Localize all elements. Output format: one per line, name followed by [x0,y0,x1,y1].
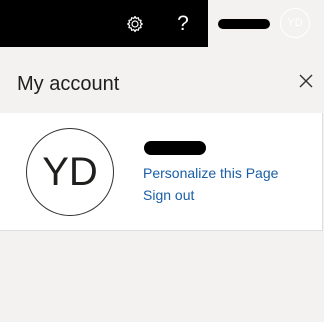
redacted-user-name [218,19,270,29]
panel-title: My account [17,73,120,95]
sign-out-link[interactable]: Sign out [143,187,194,203]
settings-button[interactable] [119,8,151,40]
avatar-small-initials: YD [287,17,303,29]
avatar-large: YD [26,128,114,216]
close-button[interactable] [293,68,319,94]
help-icon: ? [177,12,189,35]
close-icon [299,74,313,88]
personalize-page-link[interactable]: Personalize this Page [143,165,278,181]
account-menu-button[interactable]: YD [208,0,324,47]
account-card: YD Personalize this Page Sign out [0,113,323,231]
redacted-display-name [144,141,206,155]
account-panel-header: My account [0,47,324,113]
help-button[interactable]: ? [167,8,199,40]
avatar-small: YD [280,8,310,38]
avatar-initials: YD [42,149,98,194]
gear-icon [127,15,143,33]
